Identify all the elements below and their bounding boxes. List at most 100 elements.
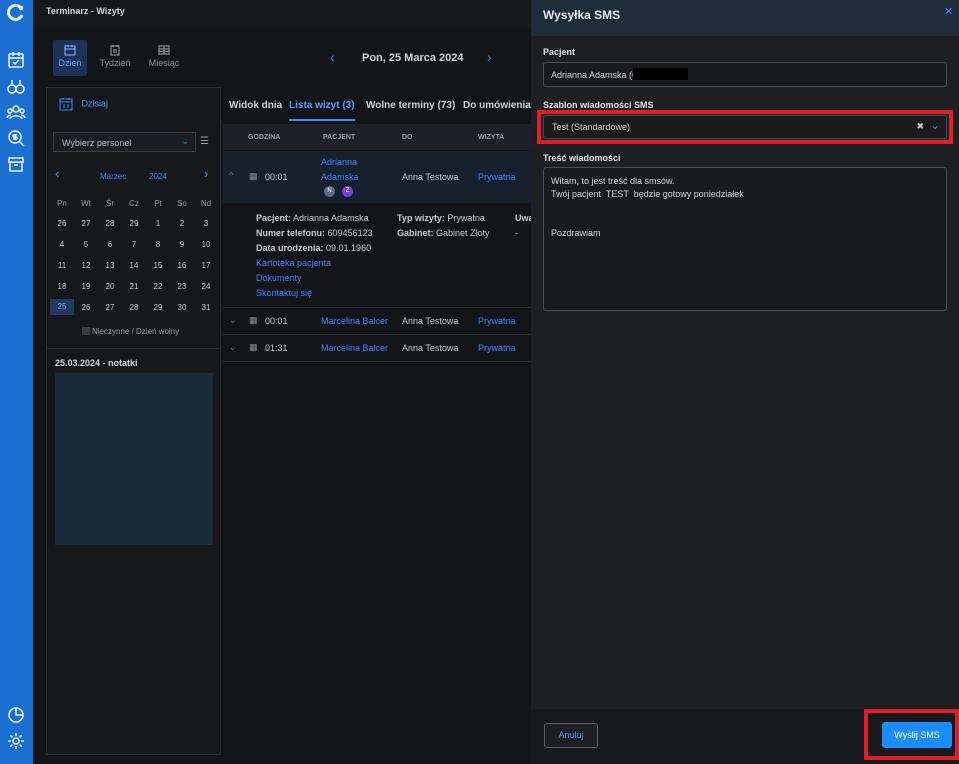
calendar-day[interactable]: 27 [74,219,98,228]
contact-link[interactable]: Skontaktuj się [256,288,312,298]
today-button[interactable]: Dzisiaj [59,97,108,111]
detail-patient-label: Pacjent: [256,213,292,223]
calendar-day[interactable]: 23 [170,282,194,291]
calendar-day[interactable]: 11 [50,261,74,270]
calendar-day[interactable]: 20 [98,282,122,291]
row-divider [223,307,531,308]
calendar-icon[interactable] [6,50,26,70]
calendar-day[interactable]: 13 [98,261,122,270]
calendar-day[interactable]: 16 [170,261,194,270]
chart-pie-icon[interactable] [6,705,26,725]
archive-icon[interactable] [6,154,26,174]
personnel-select[interactable]: Wybierz personel ⌄ [53,132,196,152]
view-day-button[interactable]: Dzień [53,40,87,76]
detail-patient-value: Adrianna Adamska [293,213,369,223]
chevron-down-icon[interactable]: ⌄ [229,315,237,326]
col-patient[interactable]: PACJENT [323,134,355,141]
calendar-legend: Nieczynne / Dzień wolny [92,327,180,336]
row-patient-first[interactable]: Adrianna [321,157,357,167]
patient-field[interactable]: Adrianna Adamska (6 [543,62,947,87]
calendar-day[interactable]: 29 [146,303,170,312]
tab-free-slots[interactable]: Wolne terminy (73) [366,100,455,111]
col-time[interactable]: GODZINA [248,134,280,141]
calendar-day[interactable]: 31 [194,303,218,312]
users-icon[interactable] [6,102,26,122]
calendar-day[interactable]: 12 [74,261,98,270]
calendar-day[interactable]: 15 [146,261,170,270]
view-week-button[interactable]: Tydzień [98,40,132,76]
calendar-day[interactable]: 29 [122,219,146,228]
row-doctor: Anna Testowa [402,172,459,182]
tab-day-view[interactable]: Widok dnia [229,100,282,111]
calendar-prev-month-button[interactable]: ‹ [55,166,59,181]
prev-day-button[interactable]: ‹ [330,49,335,65]
calendar-day[interactable]: 24 [194,282,218,291]
legend-swatch [82,327,90,335]
row-patient[interactable]: Marcelina Balcer [321,316,388,326]
documents-link[interactable]: Dokumenty [256,273,302,283]
calendar-day[interactable]: 10 [194,240,218,249]
col-doctor[interactable]: DO [402,134,413,141]
calendar-next-month-button[interactable]: › [204,166,208,181]
binoculars-icon[interactable] [6,76,26,96]
view-week-label: Tydzień [99,58,131,68]
notes-textarea[interactable] [55,373,213,545]
message-label: Treść wiadomości [543,153,621,163]
detail-office: Gabinet: Gabinet Złoty [397,228,490,238]
next-day-button[interactable]: › [487,49,492,65]
calendar-day[interactable]: 6 [98,240,122,249]
cancel-button[interactable]: Anuluj [544,723,598,748]
calendar-day[interactable]: 14 [122,261,146,270]
message-textarea[interactable]: Witam, to jest treść dla smsów. Twój pac… [543,167,947,311]
detail-phone-label: Numer telefonu: [256,228,326,238]
calendar-day[interactable]: 21 [122,282,146,291]
calendar-day[interactable]: 1 [146,219,170,228]
calendar-day[interactable]: 4 [50,240,74,249]
calendar-day[interactable]: 19 [74,282,98,291]
calendar-day[interactable]: 25 [50,299,74,315]
calendar-day[interactable]: 3 [194,219,218,228]
weekday-header: Śr [106,199,114,208]
page-title: Terminarz - Wizyty [46,6,125,16]
calendar-day-icon [64,45,76,56]
row-visit: Prywatna [478,172,516,182]
detail-birth: Data urodzenia: 09.01.1960 [256,243,371,253]
calendar-day[interactable]: 30 [170,303,194,312]
col-visit[interactable]: WIZYTA [478,134,504,141]
calendar-day[interactable]: 2 [170,219,194,228]
calendar-day[interactable]: 18 [50,282,74,291]
calendar-day[interactable]: 27 [98,303,122,312]
template-label: Szablon wiadomości SMS [543,100,654,110]
divider [46,348,221,349]
calendar-day[interactable]: 28 [98,219,122,228]
calendar-day[interactable]: 9 [170,240,194,249]
row-patient-last[interactable]: Adamska [321,172,359,182]
detail-type-value: Prywatna [447,213,485,223]
row-time: 01:31 [265,343,288,353]
view-month-button[interactable]: Miesiąc [147,40,181,76]
calendar-day[interactable]: 26 [50,219,74,228]
calendar-day[interactable]: 26 [74,303,98,312]
gear-icon[interactable] [6,731,26,751]
calendar-month[interactable]: Marzec [100,172,126,181]
calendar-day[interactable]: 5 [74,240,98,249]
app-logo-icon[interactable] [6,3,26,23]
filter-list-icon[interactable]: ☰ [200,136,209,147]
redaction-bar [633,68,688,80]
calendar-day[interactable]: 22 [146,282,170,291]
tab-to-schedule[interactable]: Do umówienia ( [463,100,531,111]
calendar-day[interactable]: 17 [194,261,218,270]
chevron-down-icon[interactable]: ⌄ [229,342,237,353]
patient-record-link[interactable]: Kartoteka pacjenta [256,258,331,268]
money-search-icon[interactable] [6,128,26,148]
row-patient[interactable]: Marcelina Balcer [321,343,388,353]
calendar-day[interactable]: 8 [146,240,170,249]
dialog-title: Wysyłka SMS [543,8,621,22]
detail-type: Typ wizyty: Prywatna [397,213,485,223]
tab-visit-list[interactable]: Lista wizyt (3) [289,100,355,121]
chevron-up-icon[interactable]: ^ [229,170,233,180]
calendar-day[interactable]: 7 [122,240,146,249]
close-icon[interactable]: ✕ [944,5,953,18]
calendar-day[interactable]: 28 [122,303,146,312]
calendar-year[interactable]: 2024 [149,172,167,181]
